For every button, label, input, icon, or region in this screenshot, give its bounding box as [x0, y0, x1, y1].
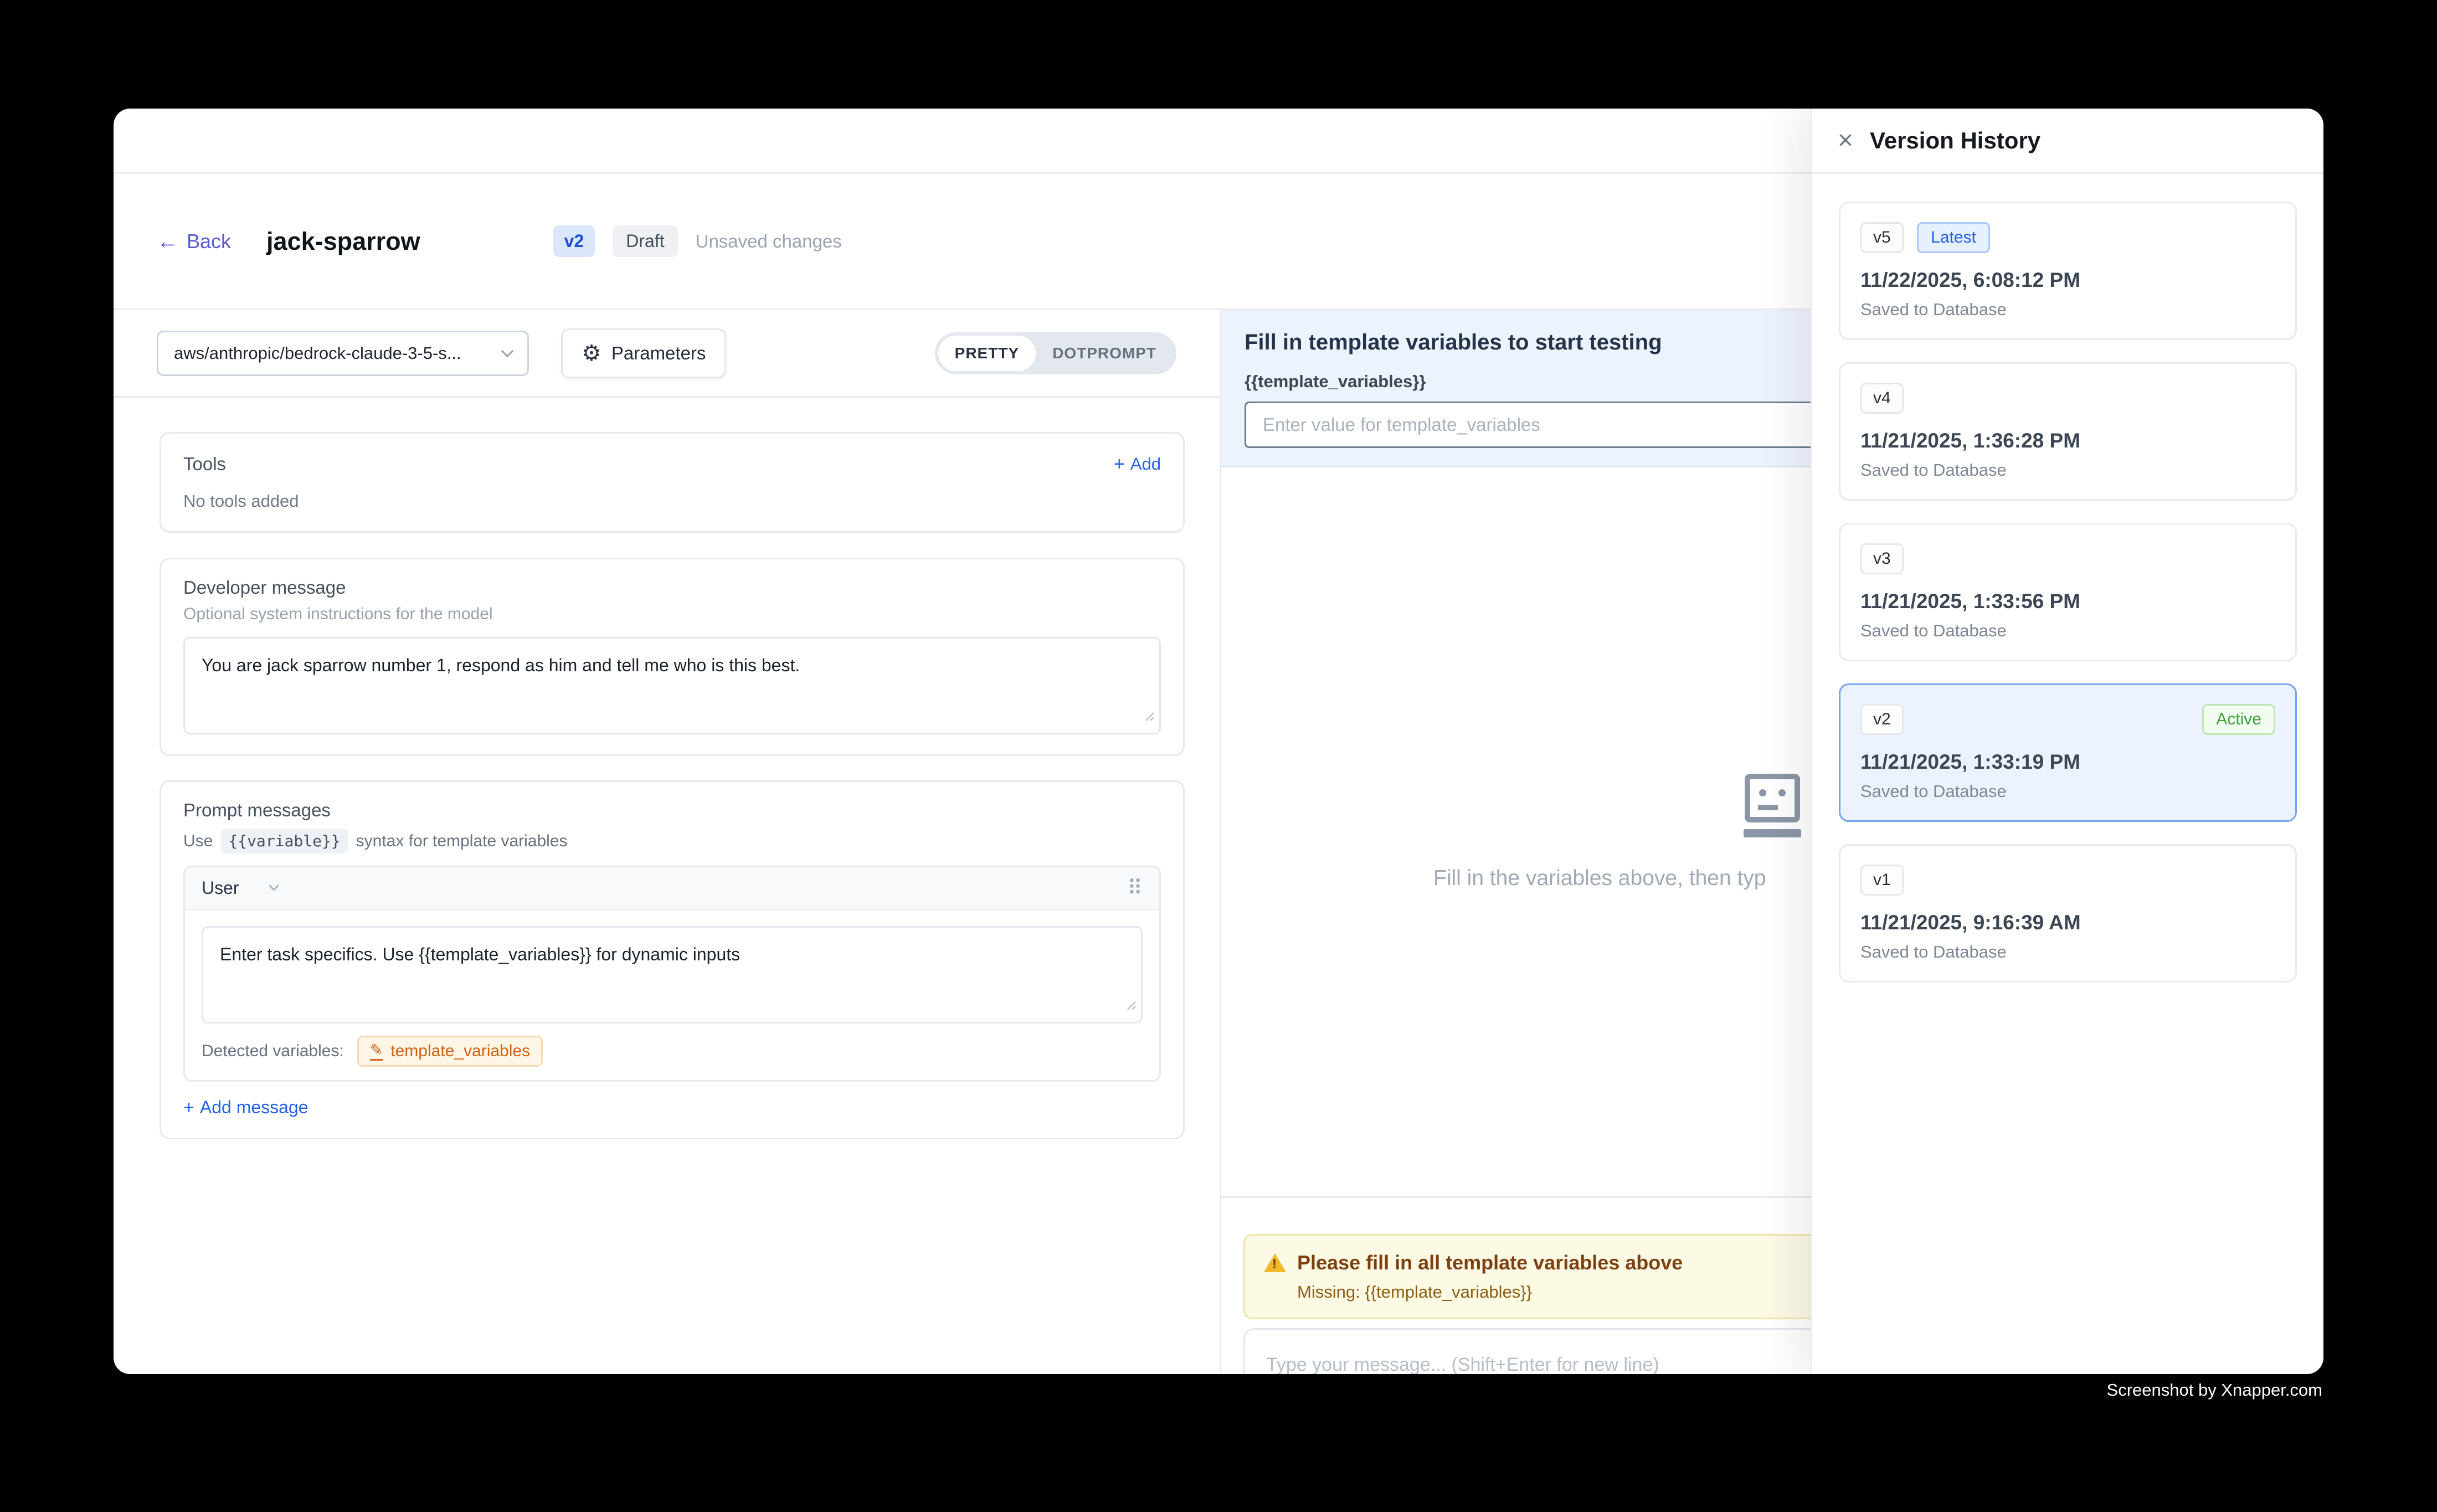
- version-chip: v2: [1860, 704, 1904, 735]
- version-history-title: Version History: [1870, 127, 2040, 154]
- version-status: Saved to Database: [1860, 300, 2275, 320]
- add-message-label: Add message: [200, 1097, 309, 1118]
- robot-icon: [1744, 774, 1801, 837]
- latest-badge: Latest: [1917, 222, 1990, 253]
- warning-title: Please fill in all template variables ab…: [1297, 1251, 1683, 1274]
- plus-icon: +: [1114, 455, 1125, 474]
- prompt-message-value: Enter task specifics. Use {{template_var…: [220, 944, 740, 964]
- message-body: Enter task specifics. Use {{template_var…: [185, 911, 1159, 1080]
- plus-icon: +: [183, 1098, 194, 1117]
- developer-message-textarea[interactable]: You are jack sparrow number 1, respond a…: [183, 637, 1161, 734]
- detected-variables-row: Detected variables: ✎ template_variables: [202, 1036, 1143, 1067]
- prompt-message-textarea[interactable]: Enter task specifics. Use {{template_var…: [202, 926, 1143, 1024]
- editor-cards: Tools + Add No tools added Developer mes…: [114, 398, 1220, 1139]
- detected-variables-label: Detected variables:: [202, 1042, 344, 1061]
- toggle-pretty[interactable]: PRETTY: [938, 336, 1036, 371]
- tools-title: Tools: [183, 454, 226, 475]
- template-variable-chip[interactable]: ✎ template_variables: [357, 1036, 543, 1067]
- warning-icon: [1264, 1253, 1286, 1272]
- template-variable-name: template_variables: [390, 1042, 530, 1061]
- version-list: v5 Latest 11/22/2025, 6:08:12 PM Saved t…: [1812, 174, 2323, 1010]
- version-status: Saved to Database: [1860, 621, 2275, 641]
- draft-badge: Draft: [613, 225, 677, 257]
- developer-message-subtitle: Optional system instructions for the mod…: [183, 605, 1161, 624]
- version-timestamp: 11/22/2025, 6:08:12 PM: [1860, 269, 2275, 292]
- back-button[interactable]: ← Back: [157, 230, 231, 253]
- tools-card: Tools + Add No tools added: [160, 432, 1185, 533]
- prompt-message-block: User ⠿ Enter task specifics. Use {{templ…: [183, 866, 1161, 1082]
- message-role-header: User ⠿: [185, 867, 1159, 911]
- chevron-down-icon: [269, 881, 279, 891]
- version-chip: v5: [1860, 222, 1904, 253]
- back-arrow-icon: ←: [157, 230, 179, 253]
- empty-state-text: Fill in the variables above, then typ: [1433, 866, 1766, 891]
- version-status: Saved to Database: [1860, 781, 2275, 801]
- header-badges: v2 Draft Unsaved changes: [553, 225, 842, 257]
- close-icon[interactable]: ×: [1838, 127, 1853, 154]
- version-card-v5[interactable]: v5 Latest 11/22/2025, 6:08:12 PM Saved t…: [1839, 202, 2297, 340]
- version-timestamp: 11/21/2025, 1:33:19 PM: [1860, 750, 2275, 774]
- model-select[interactable]: aws/anthropic/bedrock-claude-3-5-s...: [157, 331, 529, 376]
- tools-empty-text: No tools added: [183, 491, 1161, 511]
- version-history-header: × Version History: [1812, 109, 2323, 174]
- drag-handle-icon[interactable]: ⠿: [1127, 876, 1143, 901]
- add-tool-button[interactable]: + Add: [1114, 454, 1161, 474]
- active-badge: Active: [2202, 704, 2275, 735]
- version-card-v3[interactable]: v3 11/21/2025, 1:33:56 PM Saved to Datab…: [1839, 523, 2297, 661]
- version-status: Saved to Database: [1860, 942, 2275, 962]
- hint-suffix: syntax for template variables: [356, 832, 568, 851]
- resize-handle-icon[interactable]: [1142, 703, 1155, 728]
- pencil-icon: ✎: [370, 1042, 383, 1061]
- role-value: User: [202, 878, 239, 898]
- version-chip: v4: [1860, 383, 1904, 414]
- add-message-button[interactable]: + Add message: [183, 1097, 1161, 1118]
- version-history-panel: × Version History v5 Latest 11/22/2025, …: [1811, 109, 2323, 1374]
- version-timestamp: 11/21/2025, 9:16:39 AM: [1860, 911, 2275, 934]
- resize-handle-icon[interactable]: [1123, 992, 1137, 1017]
- view-mode-toggle: PRETTY DOTPROMPT: [935, 332, 1176, 374]
- prompt-messages-card: Prompt messages Use {{variable}} syntax …: [160, 780, 1185, 1139]
- hint-prefix: Use: [183, 832, 213, 851]
- version-chip: v3: [1860, 543, 1904, 574]
- variable-syntax-chip: {{variable}}: [220, 829, 348, 853]
- back-label: Back: [187, 230, 231, 253]
- version-badge: v2: [553, 225, 595, 257]
- role-select[interactable]: User: [202, 878, 277, 898]
- model-select-value: aws/anthropic/bedrock-claude-3-5-s...: [174, 343, 461, 363]
- chevron-down-icon: [501, 344, 514, 357]
- version-status: Saved to Database: [1860, 460, 2275, 480]
- unsaved-changes-text: Unsaved changes: [696, 231, 842, 252]
- developer-message-title: Developer message: [183, 577, 1161, 598]
- parameters-button[interactable]: ⚙ Parameters: [561, 328, 726, 378]
- prompt-messages-title: Prompt messages: [183, 800, 1161, 821]
- gear-icon: ⚙: [582, 342, 601, 364]
- version-card-v1[interactable]: v1 11/21/2025, 9:16:39 AM Saved to Datab…: [1839, 844, 2297, 983]
- developer-message-value: You are jack sparrow number 1, respond a…: [202, 655, 800, 675]
- page-background: ← Back jack-sparrow v2 Draft Unsaved cha…: [0, 0, 2437, 1512]
- version-timestamp: 11/21/2025, 1:36:28 PM: [1860, 429, 2275, 452]
- version-card-v2-active[interactable]: v2 Active 11/21/2025, 1:33:19 PM Saved t…: [1839, 683, 2297, 822]
- add-tool-label: Add: [1130, 454, 1161, 474]
- version-card-v4[interactable]: v4 11/21/2025, 1:36:28 PM Saved to Datab…: [1839, 362, 2297, 501]
- prompt-syntax-hint: Use {{variable}} syntax for template var…: [183, 829, 1161, 853]
- page-title: jack-sparrow: [266, 227, 420, 256]
- developer-message-card: Developer message Optional system instru…: [160, 558, 1185, 756]
- editor-toolbar: aws/anthropic/bedrock-claude-3-5-s... ⚙ …: [114, 310, 1220, 398]
- watermark-text: Screenshot by Xnapper.com: [2107, 1380, 2322, 1400]
- version-timestamp: 11/21/2025, 1:33:56 PM: [1860, 590, 2275, 613]
- editor-column: aws/anthropic/bedrock-claude-3-5-s... ⚙ …: [114, 310, 1221, 1372]
- toggle-dotprompt[interactable]: DOTPROMPT: [1036, 336, 1173, 371]
- parameters-label: Parameters: [611, 343, 706, 364]
- version-chip: v1: [1860, 865, 1904, 896]
